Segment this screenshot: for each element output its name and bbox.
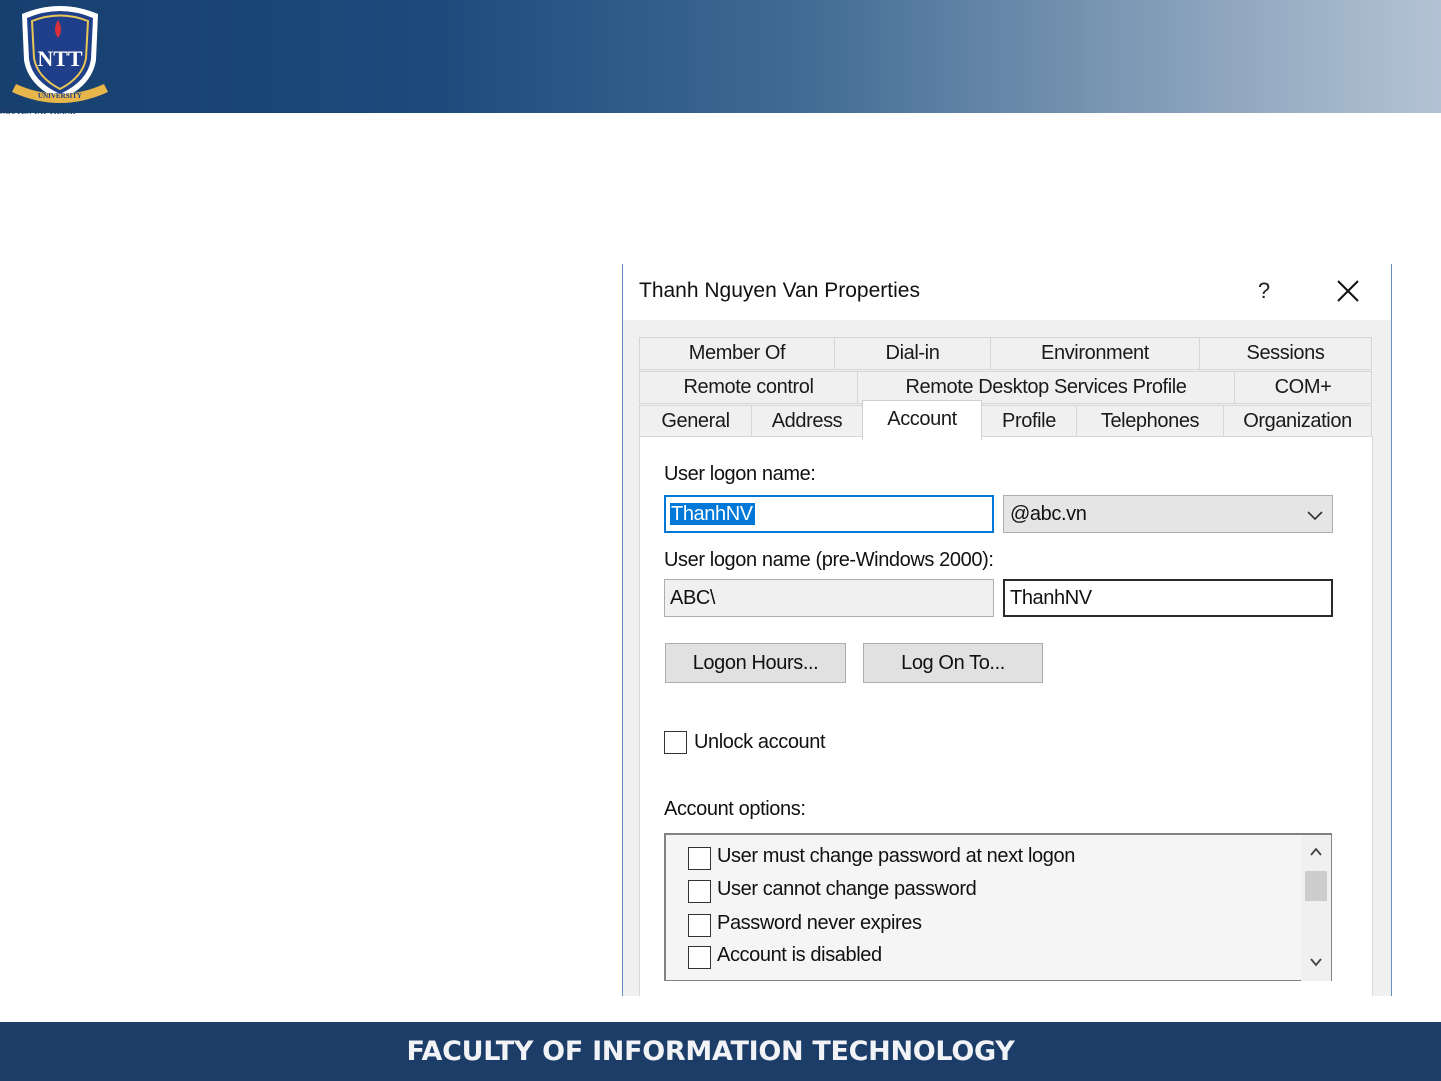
faculty-title: FACULTY OF INFORMATION TECHNOLOGY (406, 1036, 1015, 1067)
option-checkbox[interactable] (688, 914, 711, 937)
unlock-account-checkbox[interactable] (664, 731, 687, 754)
tab-account[interactable]: Account (862, 400, 982, 440)
option-label: Account is disabled (717, 944, 882, 966)
pre2000-domain-field: ABC\ (664, 579, 994, 617)
logo-caption: NGUYEN TAT THANH (0, 108, 76, 116)
domain-select[interactable]: @abc.vn (1003, 495, 1333, 533)
options-scrollbar[interactable] (1301, 835, 1331, 981)
unlock-account-label: Unlock account (694, 731, 826, 753)
pre2000-user-input[interactable]: ThanhNV (1003, 579, 1333, 617)
tab-profile[interactable]: Profile (981, 405, 1077, 438)
option-checkbox[interactable] (688, 946, 711, 969)
logon-name-input[interactable]: ThanhNV (664, 495, 994, 533)
option-checkbox[interactable] (688, 847, 711, 870)
tab-member-of[interactable]: Member Of (639, 337, 835, 370)
logon-name-value: ThanhNV (670, 503, 755, 525)
pre2000-label: User logon name (pre-Windows 2000): (664, 549, 994, 571)
bottom-banner: FACULTY OF INFORMATION TECHNOLOGY (0, 1022, 1441, 1081)
tab-telephones[interactable]: Telephones (1076, 405, 1224, 438)
log-on-to-button[interactable]: Log On To... (863, 643, 1043, 683)
chevron-down-icon[interactable] (1307, 953, 1325, 971)
chevron-up-icon[interactable] (1307, 843, 1325, 861)
tab-dial-in[interactable]: Dial-in (834, 337, 991, 370)
tab-general[interactable]: General (639, 405, 752, 438)
tab-address[interactable]: Address (751, 405, 863, 438)
account-options-label: Account options: (664, 798, 806, 820)
top-banner: NTT UNIVERSITY NGUYEN TAT THANH (0, 0, 1441, 116)
domain-value: @abc.vn (1010, 503, 1087, 525)
account-options-list[interactable]: User must change password at next logon … (664, 833, 1332, 981)
university-logo: NTT UNIVERSITY (12, 6, 108, 103)
close-icon[interactable] (1331, 274, 1365, 308)
account-panel: User logon name: ThanhNV @abc.vn User lo… (639, 436, 1373, 996)
logo-monogram: NTT (37, 46, 83, 71)
tab-sessions[interactable]: Sessions (1199, 337, 1372, 370)
tab-remote-control[interactable]: Remote control (639, 371, 858, 404)
option-label: Password never expires (717, 912, 922, 934)
logon-name-label: User logon name: (664, 463, 816, 485)
logon-hours-button[interactable]: Logon Hours... (665, 643, 846, 683)
dialog-title: Thanh Nguyen Van Properties (639, 279, 920, 302)
dialog-titlebar: Thanh Nguyen Van Properties ? (623, 264, 1391, 320)
tab-com-plus[interactable]: COM+ (1234, 371, 1372, 404)
properties-dialog: Thanh Nguyen Van Properties ? Member Of … (622, 264, 1392, 996)
option-checkbox[interactable] (688, 880, 711, 903)
option-label: User must change password at next logon (717, 845, 1075, 867)
logo-ribbon-text: UNIVERSITY (38, 92, 82, 100)
tab-organization[interactable]: Organization (1223, 405, 1372, 438)
tab-environment[interactable]: Environment (990, 337, 1200, 370)
scrollbar-thumb[interactable] (1305, 871, 1327, 901)
chevron-down-icon (1307, 511, 1323, 521)
help-button[interactable]: ? (1249, 274, 1279, 308)
option-label: User cannot change password (717, 878, 977, 900)
